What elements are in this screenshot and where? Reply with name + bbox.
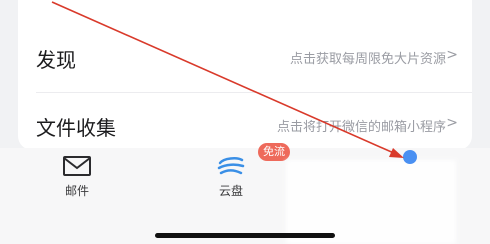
file-collection-hint: 点击将打开微信的邮箱小程序 [276, 120, 446, 135]
home-indicator [155, 233, 335, 238]
tab-mail-label: 邮件 [64, 184, 89, 198]
mail-icon [63, 156, 91, 176]
touch-highlight [286, 160, 456, 244]
tab-mail[interactable]: 邮件 [37, 148, 117, 208]
discover-hint: 点击获取每周限免大片资源 [289, 52, 446, 67]
settings-card: 发现 点击获取每周限免大片资源 > 文件收集 点击将打开微信的邮箱小程序 > [18, 0, 472, 150]
discover-title: 发现 [36, 48, 76, 72]
cloud-drive-icon [217, 157, 245, 175]
file-collection-title: 文件收集 [36, 116, 116, 140]
discover-row[interactable]: 发现 点击获取每周限免大片资源 > [18, 34, 472, 90]
chevron-right-icon: > [446, 115, 458, 131]
chevron-right-icon: > [446, 47, 458, 63]
tab-indicator-dot[interactable] [403, 150, 417, 164]
tab-cloud-drive-label: 云盘 [218, 184, 243, 198]
file-collection-row[interactable]: 文件收集 点击将打开微信的邮箱小程序 > [18, 102, 472, 150]
row-divider [36, 92, 472, 93]
free-data-badge: 免流 [258, 143, 290, 161]
